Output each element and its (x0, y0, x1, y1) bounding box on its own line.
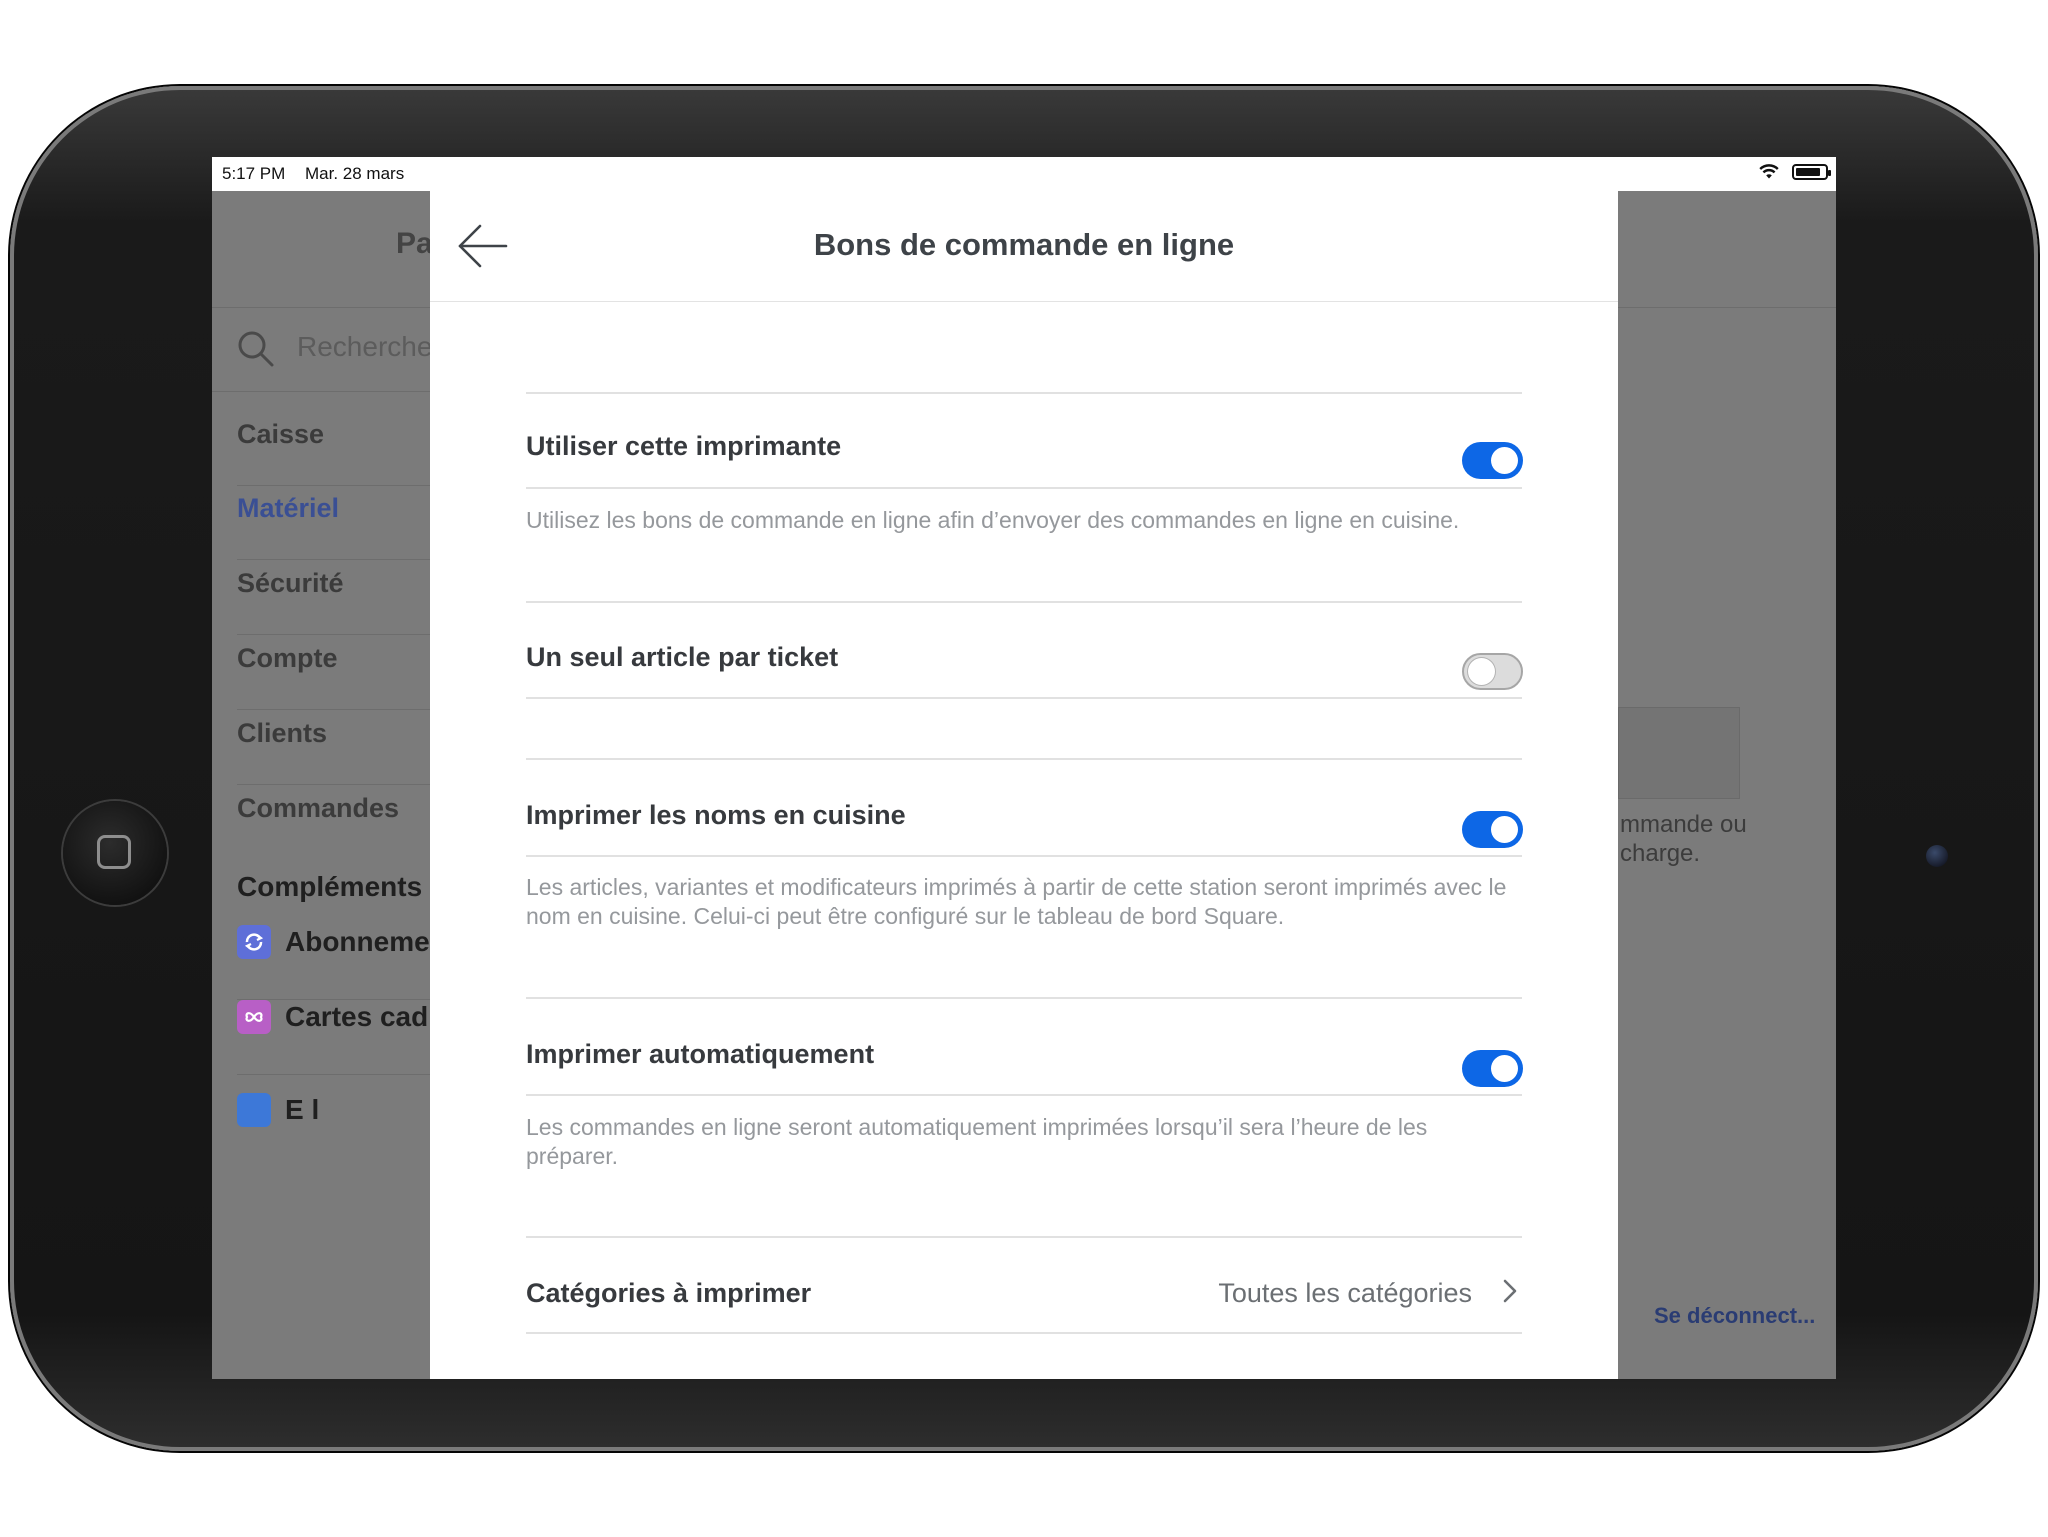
gift-icon (237, 1000, 271, 1034)
use-printer-toggle[interactable] (1462, 442, 1523, 479)
auto-print-toggle[interactable] (1462, 1050, 1523, 1087)
online-order-tickets-modal: Bons de commande en ligne Utiliser cette… (430, 191, 1618, 1379)
background-detail-pane: mmande ou charge. Se déconnect... (1618, 191, 1836, 1379)
background-text-line-2: charge. (1620, 840, 1701, 867)
sidebar-item-materiel[interactable]: Matériel (237, 493, 339, 524)
front-camera (1926, 845, 1948, 867)
sidebar-section-title: Compléments (237, 871, 423, 902)
toggle-knob (1468, 658, 1495, 685)
one-item-per-ticket-toggle[interactable] (1462, 653, 1523, 690)
setting-kitchen-names-label: Imprimer les noms en cuisine (526, 800, 906, 830)
toggle-knob (1491, 447, 1518, 474)
setting-kitchen-names-description: Les articles, variantes et modificateurs… (526, 874, 1507, 929)
setting-use-printer-description: Utilisez les bons de commande en ligne a… (526, 507, 1460, 533)
sidebar-item-label: E l (285, 1094, 320, 1125)
setting-use-printer-label: Utiliser cette imprimante (526, 431, 842, 461)
sidebar-item-label: Cartes cad (285, 1001, 429, 1032)
setting-one-item-per-ticket-label: Un seul article par ticket (526, 642, 839, 672)
sidebar-item-clients[interactable]: Clients (237, 718, 327, 749)
home-button[interactable] (63, 801, 167, 905)
modal-title: Bons de commande en ligne (813, 227, 1235, 262)
search-input[interactable]: Recherche (297, 331, 432, 363)
settings-sidebar: Pa Recherche Caisse Matériel Sécurité Co… (212, 191, 432, 1379)
status-time: 5:17 PM (222, 164, 286, 183)
sidebar-item-email[interactable]: E l (237, 1093, 319, 1127)
background-button (1618, 707, 1740, 799)
screen: 5:17 PM Mar. 28 mars Pa Recherche Caisse… (212, 157, 1836, 1379)
modal-header: Bons de commande en ligne (430, 191, 1618, 302)
status-date: Mar. 28 mars (305, 164, 405, 183)
background-text-line-1: mmande ou (1620, 811, 1747, 838)
setting-auto-print-label: Imprimer automatiquement (526, 1039, 875, 1069)
wifi-icon (1759, 164, 1779, 179)
battery-icon (1792, 163, 1831, 180)
sidebar-title: Pa (396, 227, 432, 260)
sidebar-item-securite[interactable]: Sécurité (237, 568, 344, 599)
sidebar-item-cartes-cadeaux[interactable]: Cartes cad (237, 1000, 428, 1034)
chevron-right-icon (1503, 1279, 1517, 1303)
sidebar-item-caisse[interactable]: Caisse (237, 419, 324, 450)
sidebar-item-abonnements[interactable]: Abonnemen (237, 925, 432, 959)
search-icon (238, 331, 274, 367)
sidebar-item-label: Abonnemen (285, 926, 432, 957)
home-button-icon (97, 835, 131, 869)
toggle-knob (1491, 1055, 1518, 1082)
categories-label: Catégories à imprimer (526, 1278, 812, 1308)
sidebar-item-commandes[interactable]: Commandes (237, 793, 399, 824)
sidebar-item-compte[interactable]: Compte (237, 643, 338, 674)
logout-link[interactable]: Se déconnect... (1654, 1303, 1815, 1329)
status-bar: 5:17 PM Mar. 28 mars (212, 157, 1836, 191)
toggle-knob (1491, 816, 1518, 843)
setting-auto-print-description: Les commandes en ligne seront automatiqu… (526, 1114, 1428, 1169)
categories-value: Toutes les catégories (1218, 1278, 1472, 1308)
mail-icon (237, 1093, 271, 1127)
sync-icon (237, 925, 271, 959)
kitchen-names-toggle[interactable] (1462, 811, 1523, 848)
